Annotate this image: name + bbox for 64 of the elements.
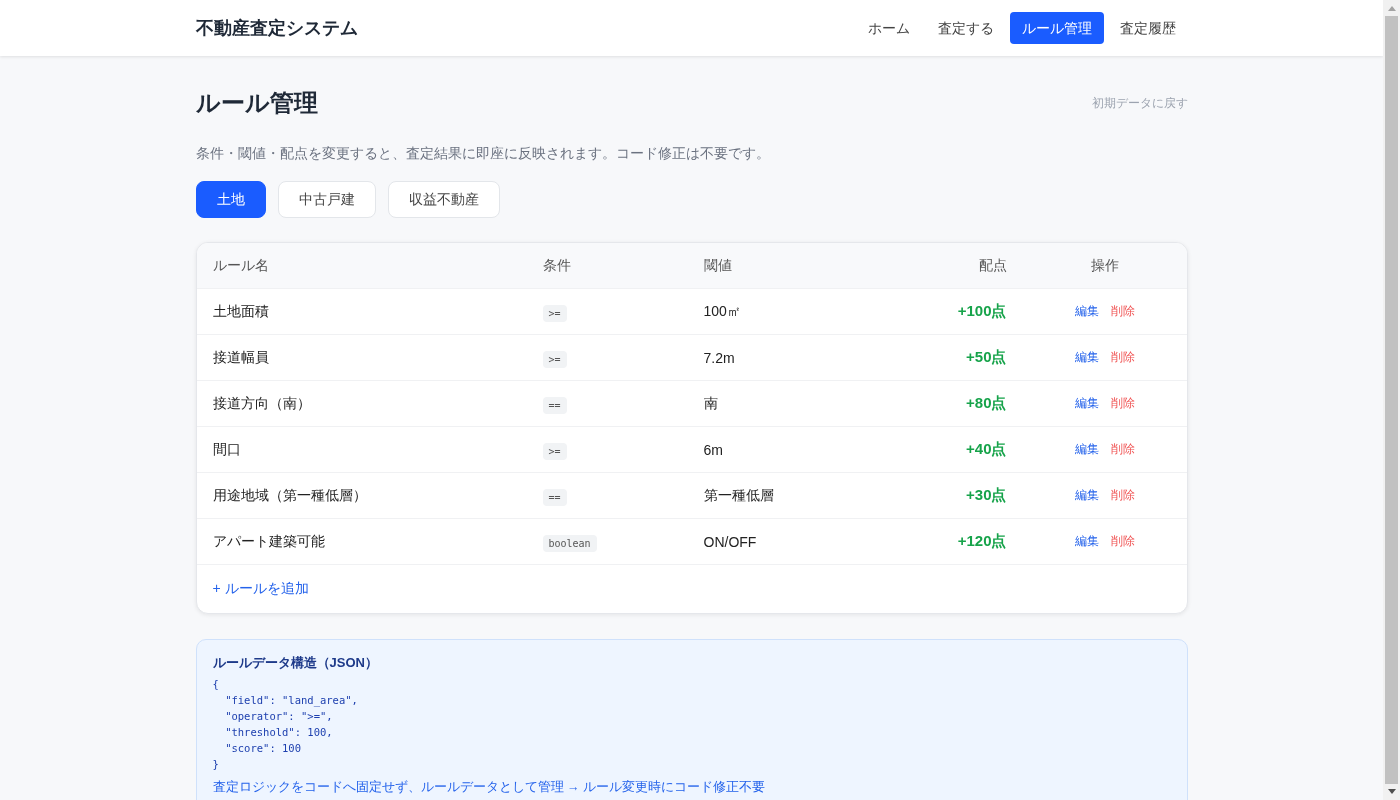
table-cell: 7.2m <box>703 349 735 366</box>
delete-link[interactable]: 削除 <box>1110 533 1135 550</box>
code-line: "field": "land_area", <box>224 693 358 708</box>
score-value: +80点 <box>966 394 1007 411</box>
edit-link[interactable]: 編集 <box>1074 349 1099 366</box>
operator-badge: >= <box>542 350 567 368</box>
page-description: 条件・閾値・配点を変更すると、査定結果に即座に反映されます。コード修正は不要です。 <box>195 145 771 163</box>
edit-link[interactable]: 編集 <box>1074 395 1099 412</box>
score-value: +40点 <box>966 440 1007 457</box>
scrollbar[interactable] <box>1383 0 1400 800</box>
column-header: 閾値 <box>703 256 732 273</box>
code-line: } <box>212 757 219 772</box>
edit-link[interactable]: 編集 <box>1074 303 1099 320</box>
table-cell: 接道幅員 <box>212 348 269 365</box>
operator-badge: == <box>542 396 567 414</box>
nav-link[interactable]: ルール管理 <box>1009 12 1104 44</box>
table-cell: 土地面積 <box>212 302 269 319</box>
scroll-down-arrow-icon[interactable] <box>1387 789 1396 794</box>
code-line: { <box>212 677 219 692</box>
score-value: +30点 <box>966 486 1007 503</box>
column-header: 操作 <box>1090 256 1119 273</box>
table-cell: ON/OFF <box>703 533 757 550</box>
table-cell: 第一種低層 <box>703 486 774 503</box>
score-value: +120点 <box>957 532 1007 549</box>
operator-badge: == <box>542 488 567 506</box>
column-header: 配点 <box>978 256 1007 273</box>
table-cell: 南 <box>703 394 718 411</box>
add-rule-link[interactable]: + ルールを追加 <box>212 580 309 598</box>
code-line: "score": 100 <box>224 741 301 756</box>
page-title: ルール管理 <box>195 88 318 118</box>
code-line: "operator": ">=", <box>224 709 333 724</box>
operator-badge: >= <box>542 442 567 460</box>
edit-link[interactable]: 編集 <box>1074 441 1099 458</box>
delete-link[interactable]: 削除 <box>1110 303 1135 320</box>
operator-badge: >= <box>542 304 567 322</box>
edit-link[interactable]: 編集 <box>1074 487 1099 504</box>
scrollbar-thumb[interactable] <box>1385 16 1398 784</box>
delete-link[interactable]: 削除 <box>1110 395 1135 412</box>
app-logo: 不動産査定システム <box>195 17 358 40</box>
table-cell: 用途地域（第一種低層） <box>212 486 367 503</box>
edit-link[interactable]: 編集 <box>1074 533 1099 550</box>
delete-link[interactable]: 削除 <box>1110 441 1135 458</box>
table-cell: アパート建築可能 <box>212 532 325 549</box>
operator-badge: boolean <box>542 534 597 552</box>
table-cell: 100㎡ <box>703 302 741 319</box>
column-header: 条件 <box>542 256 571 273</box>
category-tab[interactable]: 土地 <box>195 181 266 218</box>
table-cell: 接道方向（南） <box>212 394 311 411</box>
code-line: "threshold": 100, <box>224 725 333 740</box>
nav-link[interactable]: ホーム <box>855 12 922 44</box>
panel-note: 査定ロジックをコードへ固定せず、ルールデータとして管理 → ルール変更時にコード修正不要 <box>212 779 765 796</box>
nav-link[interactable]: 査定する <box>925 12 1006 44</box>
delete-link[interactable]: 削除 <box>1110 487 1135 504</box>
nav-link[interactable]: 査定履歴 <box>1107 12 1188 44</box>
scroll-up-arrow-icon[interactable] <box>1387 6 1396 11</box>
category-tab[interactable]: 中古戸建 <box>277 181 376 218</box>
column-header: ルール名 <box>212 256 269 273</box>
delete-link[interactable]: 削除 <box>1110 349 1135 366</box>
panel-title: ルールデータ構造（JSON） <box>212 654 379 672</box>
table-cell: 6m <box>703 441 723 458</box>
score-value: +50点 <box>966 348 1007 365</box>
category-tab[interactable]: 収益不動産 <box>387 181 500 218</box>
table-cell: 間口 <box>212 440 241 457</box>
score-value: +100点 <box>957 302 1007 319</box>
